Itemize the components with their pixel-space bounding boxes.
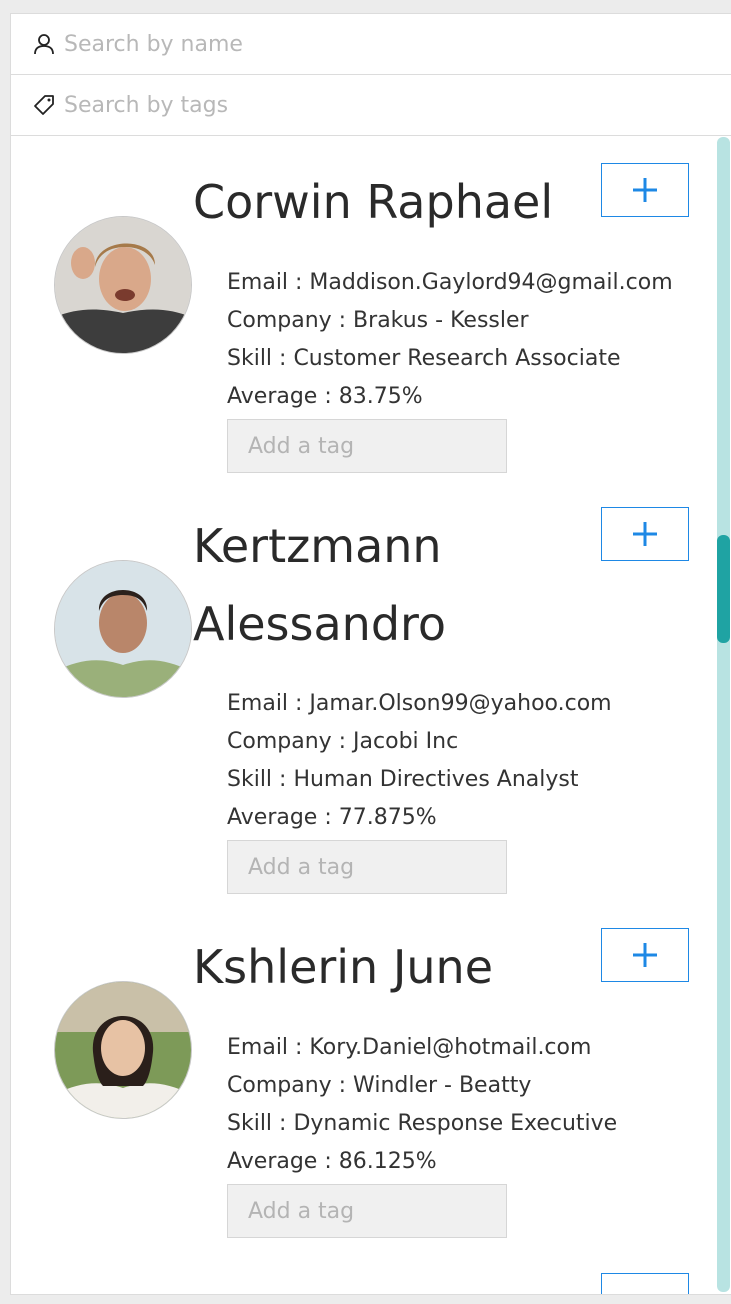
person-icon (34, 34, 54, 55)
expand-grades-button[interactable] (601, 928, 689, 982)
student-name: Corwin Raphael (193, 175, 554, 229)
search-by-tags-input[interactable] (62, 91, 666, 119)
scrollbar-thumb[interactable] (717, 535, 730, 643)
student-name: Kertzmann Alessandro (193, 519, 447, 651)
student-details: Email : Kory.Daniel@hotmail.com Company … (227, 1029, 707, 1238)
student-details: Email : Jamar.Olson99@yahoo.com Company … (227, 685, 707, 894)
avatar (54, 981, 192, 1119)
student-details: Email : Maddison.Gaylord94@gmail.com Com… (227, 264, 707, 473)
name-search-row (11, 14, 731, 75)
student-name: Kshlerin June (193, 940, 494, 994)
expand-grades-button[interactable] (601, 507, 689, 561)
average-text: Average : 77.875% (227, 805, 437, 830)
expand-grades-button[interactable] (601, 163, 689, 217)
skill-text: Skill : Customer Research Associate (227, 346, 621, 371)
scrollbar-track[interactable] (717, 137, 730, 1292)
skill-text: Skill : Human Directives Analyst (227, 767, 579, 792)
plus-icon (633, 943, 657, 967)
search-by-name-input[interactable] (62, 30, 666, 58)
company-text: Company : Brakus - Kessler (227, 308, 529, 333)
company-text: Company : Windler - Beatty (227, 1073, 532, 1098)
plus-icon (633, 522, 657, 546)
add-tag-input[interactable] (227, 419, 507, 473)
tag-icon (34, 95, 54, 115)
average-text: Average : 86.125% (227, 1149, 437, 1174)
email-text: Email : Maddison.Gaylord94@gmail.com (227, 270, 673, 295)
student-directory-panel: Corwin Raphael Email : Maddison.Gaylord9… (10, 13, 731, 1295)
email-text: Email : Jamar.Olson99@yahoo.com (227, 691, 612, 716)
email-text: Email : Kory.Daniel@hotmail.com (227, 1035, 592, 1060)
plus-icon (633, 178, 657, 202)
avatar (54, 560, 192, 698)
avatar (54, 216, 192, 354)
company-text: Company : Jacobi Inc (227, 729, 459, 754)
add-tag-input[interactable] (227, 840, 507, 894)
average-text: Average : 83.75% (227, 384, 423, 409)
expand-grades-button[interactable] (601, 1273, 689, 1294)
add-tag-input[interactable] (227, 1184, 507, 1238)
tag-search-row (11, 75, 731, 136)
skill-text: Skill : Dynamic Response Executive (227, 1111, 618, 1136)
student-list: Corwin Raphael Email : Maddison.Gaylord9… (11, 136, 715, 1294)
